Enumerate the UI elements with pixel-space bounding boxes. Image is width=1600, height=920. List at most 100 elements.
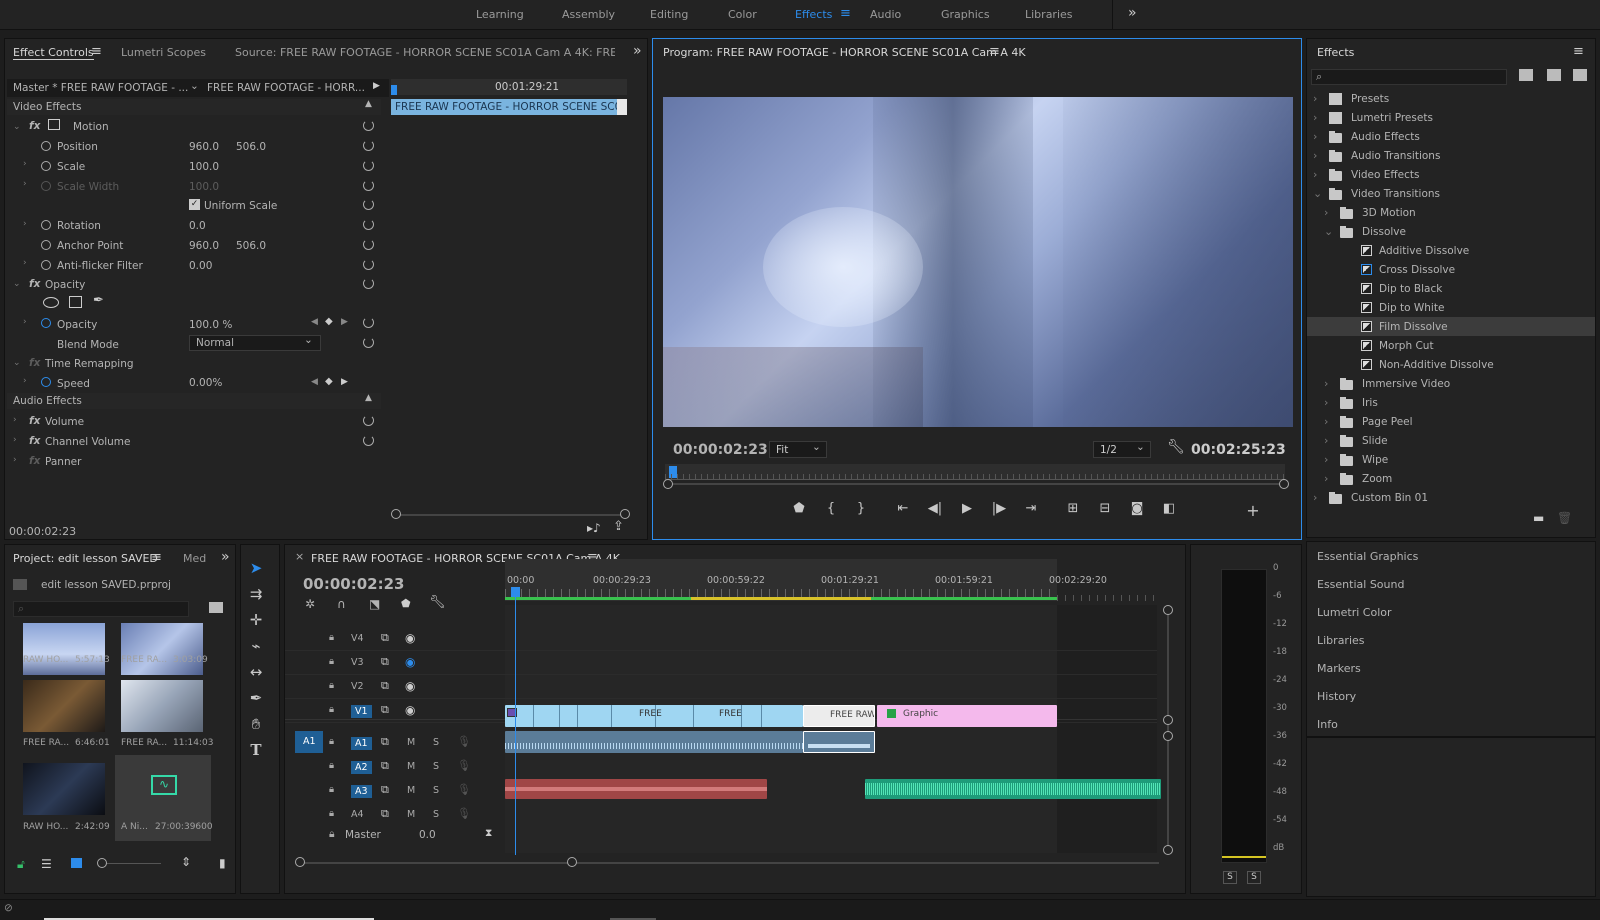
uniform-scale-checkbox[interactable]: ✓	[189, 199, 200, 210]
go-to-in-icon[interactable]: ⇤	[893, 501, 913, 516]
nest-icon[interactable]: ✲	[305, 597, 315, 611]
sync-lock-icon[interactable]: ⧉	[381, 783, 389, 797]
sync-lock-icon[interactable]: ⧉	[381, 631, 389, 645]
chevron-right-icon[interactable]: ›	[1324, 434, 1328, 447]
track-target[interactable]: V1	[351, 705, 372, 718]
effects-tree-item[interactable]: Morph Cut	[1307, 336, 1595, 355]
reset-icon[interactable]	[363, 199, 374, 210]
reset-icon[interactable]	[363, 415, 374, 426]
tab-source-monitor[interactable]: Source: FREE RAW FOOTAGE - HORROR SCENE …	[235, 46, 615, 59]
ripple-edit-tool-icon[interactable]: ✛	[241, 609, 271, 631]
track-select-tool-icon[interactable]: ⇉	[241, 583, 271, 605]
eye-icon[interactable]: ◉	[405, 679, 415, 693]
panel-menu-icon[interactable]: ≡	[151, 550, 162, 565]
stopwatch-icon[interactable]	[41, 318, 51, 328]
microphone-icon[interactable]: 🎙︎	[457, 807, 471, 820]
vscroll-handle[interactable]	[1163, 715, 1173, 725]
resolution-select[interactable]: 1/2 ⌄	[1093, 441, 1151, 458]
next-keyframe-icon[interactable]: ▶	[341, 317, 348, 327]
chevron-down-icon[interactable]: ⌄	[1324, 225, 1333, 238]
effects-tree-item[interactable]: ⌄ Dissolve	[1307, 222, 1595, 241]
solo-button[interactable]: S	[433, 785, 439, 796]
new-bin-icon[interactable]: ▬	[1533, 511, 1544, 525]
sync-lock-icon[interactable]: ⧉	[381, 679, 389, 693]
solo-button[interactable]: S	[433, 737, 439, 748]
program-scrubber[interactable]	[665, 464, 1285, 480]
chevron-right-icon[interactable]: ›	[1313, 111, 1317, 124]
sort-icon[interactable]: ⇕	[181, 855, 191, 869]
zoom-handle-left[interactable]	[663, 479, 673, 489]
panel-menu-icon[interactable]: ≡	[1573, 44, 1584, 59]
position-y-value[interactable]: 506.0	[236, 141, 266, 153]
reset-icon[interactable]	[363, 259, 374, 270]
anchor-x-value[interactable]: 960.0	[189, 240, 219, 252]
thumbnail-3[interactable]	[23, 680, 105, 732]
workspace-tab-learning[interactable]: Learning	[476, 8, 524, 21]
timeline-timecode[interactable]: 00:00:02:23	[303, 575, 405, 593]
effects-tree-item[interactable]: Additive Dissolve	[1307, 241, 1595, 260]
master-volume-value[interactable]: 0.0	[419, 829, 436, 841]
icon-view-icon[interactable]	[71, 858, 82, 868]
status-icon[interactable]: ⊘	[4, 902, 13, 914]
selection-tool-icon[interactable]: ➤	[241, 557, 271, 579]
stopwatch-icon[interactable]	[41, 141, 51, 151]
thumbnail-1[interactable]	[23, 623, 105, 675]
chevron-right-icon[interactable]: ›	[1313, 130, 1317, 143]
add-marker-icon[interactable]: ⬟	[401, 597, 411, 610]
zoom-handle-left[interactable]	[391, 509, 401, 519]
chevron-right-icon[interactable]: ›	[23, 258, 27, 268]
chevron-right-icon[interactable]: ›	[1324, 377, 1328, 390]
track-target[interactable]: A3	[351, 785, 372, 798]
lock-icon[interactable]: 🔒︎	[329, 808, 334, 819]
workspace-tab-color[interactable]: Color	[728, 8, 757, 21]
track-target[interactable]: V3	[351, 657, 364, 668]
wrench-icon[interactable]: 🔧︎	[1167, 439, 1185, 455]
solo-left-button[interactable]: S	[1223, 871, 1237, 884]
position-x-value[interactable]: 960.0	[189, 141, 219, 153]
a1-clip-selected[interactable]	[803, 731, 875, 753]
microphone-icon[interactable]: 🎙︎	[457, 759, 471, 772]
stopwatch-icon[interactable]	[41, 161, 51, 171]
workspace-tab-assembly[interactable]: Assembly	[562, 8, 615, 21]
opacity-value[interactable]: 100.0 %	[189, 319, 232, 331]
program-monitor-title[interactable]: Program: FREE RAW FOOTAGE - HORROR SCENE…	[663, 46, 1026, 59]
tab-project[interactable]: Project: edit lesson SAVED	[13, 552, 158, 565]
lock-icon[interactable]: 🔒︎	[329, 704, 334, 715]
stopwatch-icon[interactable]	[41, 377, 51, 387]
slip-tool-icon[interactable]: ↔	[241, 661, 271, 683]
collapse-up-icon[interactable]: ▲	[365, 393, 372, 403]
collapse-up-icon[interactable]: ▲	[365, 99, 372, 109]
chevron-right-icon[interactable]: ›	[1313, 92, 1317, 105]
step-back-icon[interactable]: ◀|	[925, 501, 945, 516]
effects-tree-item[interactable]: › 3D Motion	[1307, 203, 1595, 222]
eye-icon[interactable]: ◉	[405, 631, 415, 645]
v1-clip-graphic[interactable]: Graphic	[877, 705, 1057, 727]
chevron-right-icon[interactable]: ›	[1324, 206, 1328, 219]
thumbnail-5[interactable]	[23, 763, 105, 815]
add-marker-icon[interactable]: ⬟	[789, 501, 809, 516]
effects-tree-item[interactable]: › Zoom	[1307, 469, 1595, 488]
close-icon[interactable]: ×	[295, 550, 304, 563]
playhead-handle[interactable]	[511, 587, 520, 597]
effects-tree-item[interactable]: › Audio Transitions	[1307, 146, 1595, 165]
speed-value[interactable]: 0.00%	[189, 377, 222, 389]
track-target[interactable]: V4	[351, 633, 364, 644]
lock-icon[interactable]: 🔒︎	[329, 632, 334, 643]
blend-mode-select[interactable]: Normal ⌄	[189, 334, 321, 351]
reset-icon[interactable]	[363, 180, 374, 191]
antiflicker-value[interactable]: 0.00	[189, 260, 212, 272]
lock-icon[interactable]: 🔒︎	[329, 784, 334, 795]
prev-keyframe-icon[interactable]: ◀	[311, 317, 318, 327]
lock-icon[interactable]: 🔒︎	[329, 828, 335, 841]
effects-tree-item[interactable]: › Custom Bin 01	[1307, 488, 1595, 507]
lock-icon[interactable]: 🔒︎	[329, 736, 334, 747]
chevron-right-icon[interactable]: ›	[1324, 396, 1328, 409]
effects-tree-item[interactable]: › Immersive Video	[1307, 374, 1595, 393]
essential-sound-panel[interactable]: Essential Sound	[1317, 578, 1404, 591]
panel-overflow-icon[interactable]: »	[633, 43, 642, 59]
effects-tree-item[interactable]: Dip to White	[1307, 298, 1595, 317]
stopwatch-icon[interactable]	[41, 260, 51, 270]
chevron-right-icon[interactable]: ›	[23, 219, 27, 229]
fx-channel-volume-icon[interactable]: fx	[29, 435, 40, 447]
timeline-playhead[interactable]	[515, 593, 516, 855]
